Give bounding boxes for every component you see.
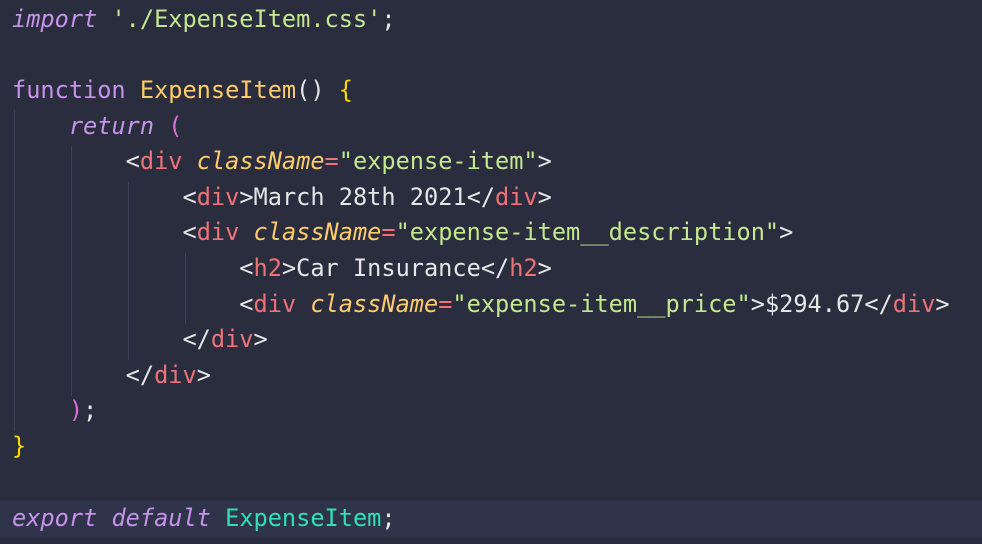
attribute-name: className xyxy=(196,147,325,176)
code-editor[interactable]: import './ExpenseItem.css'; function Exp… xyxy=(0,0,982,544)
export-identifier: ExpenseItem xyxy=(225,504,382,532)
jsx-text: Car Insurance xyxy=(296,254,481,282)
attribute-value: "expense-item" xyxy=(338,147,538,176)
string-css-path: './ExpenseItem.css' xyxy=(111,5,382,33)
keyword-function: function xyxy=(12,76,126,104)
tag-bracket: > xyxy=(239,182,254,211)
keyword-return: return xyxy=(68,111,155,140)
code-line-8[interactable]: <h2>Car Insurance</h2> xyxy=(12,251,552,287)
code-line-1[interactable]: import './ExpenseItem.css'; xyxy=(12,2,396,38)
tag-bracket: > xyxy=(537,147,552,176)
tag-bracket: < xyxy=(182,218,197,247)
attribute-name: className xyxy=(310,289,439,318)
jsx-text: March 28th 2021 xyxy=(253,182,467,211)
tag-name: div xyxy=(196,218,240,247)
tag-bracket: > xyxy=(779,218,794,247)
semicolon: ; xyxy=(83,396,98,425)
tag-bracket: > xyxy=(537,254,552,282)
tag-bracket: </ xyxy=(182,325,211,354)
tag-name: div xyxy=(210,325,254,354)
tag-name: div xyxy=(154,360,197,389)
code-line-4[interactable]: return ( xyxy=(12,109,183,145)
tag-bracket: < xyxy=(125,147,140,176)
code-line-9[interactable]: <div className="expense-item__price">$29… xyxy=(12,287,950,323)
brace-open: { xyxy=(338,76,353,104)
code-line-5[interactable]: <div className="expense-item"> xyxy=(12,144,552,180)
tag-name: div xyxy=(495,182,538,211)
tag-name: div xyxy=(196,182,240,211)
paren-open: ( xyxy=(168,111,183,140)
code-line-13[interactable]: } xyxy=(12,429,26,465)
equals-sign: = xyxy=(324,147,339,176)
tag-name: h2 xyxy=(253,254,282,282)
equals-sign: = xyxy=(381,218,396,247)
jsx-text: $294.67 xyxy=(764,289,865,318)
attribute-value: "expense-item__price" xyxy=(452,289,751,318)
code-line-3[interactable]: function ExpenseItem() { xyxy=(12,73,353,109)
tag-name: h2 xyxy=(509,254,538,282)
code-line-10[interactable]: </div> xyxy=(12,322,268,358)
semicolon: ; xyxy=(381,5,396,33)
attribute-name: className xyxy=(253,218,382,247)
code-line-6[interactable]: <div>March 28th 2021</div> xyxy=(12,180,552,216)
tag-bracket: > xyxy=(253,325,268,354)
code-line-15[interactable]: export default ExpenseItem; xyxy=(12,501,396,537)
tag-bracket: </ xyxy=(466,182,496,211)
tag-bracket: < xyxy=(239,254,254,282)
tag-name: div xyxy=(139,147,183,176)
tag-bracket: > xyxy=(537,182,552,211)
tag-bracket: < xyxy=(239,289,254,318)
function-name: ExpenseItem xyxy=(139,76,297,104)
equals-sign: = xyxy=(438,289,453,318)
semicolon: ; xyxy=(381,504,396,532)
tag-name: div xyxy=(253,289,297,318)
brace-close: } xyxy=(12,432,27,460)
tag-bracket: </ xyxy=(125,360,155,389)
tag-name: div xyxy=(892,289,936,318)
tag-bracket: </ xyxy=(864,289,893,318)
tag-bracket: </ xyxy=(480,254,510,282)
tag-bracket: < xyxy=(182,182,197,211)
paren-close: ) xyxy=(68,396,84,425)
tag-bracket: > xyxy=(281,254,297,282)
tag-bracket: > xyxy=(750,289,765,318)
code-line-12[interactable]: ); xyxy=(12,393,97,429)
keyword-export: export xyxy=(12,504,98,532)
tag-bracket: > xyxy=(196,360,211,389)
tag-bracket: > xyxy=(935,289,950,318)
keyword-default: default xyxy=(111,504,211,532)
attribute-value: "expense-item__description" xyxy=(395,218,780,247)
parens: () xyxy=(296,76,325,104)
code-line-11[interactable]: </div> xyxy=(12,358,211,394)
code-line-7[interactable]: <div className="expense-item__descriptio… xyxy=(12,215,793,251)
keyword-import: import xyxy=(12,5,98,33)
